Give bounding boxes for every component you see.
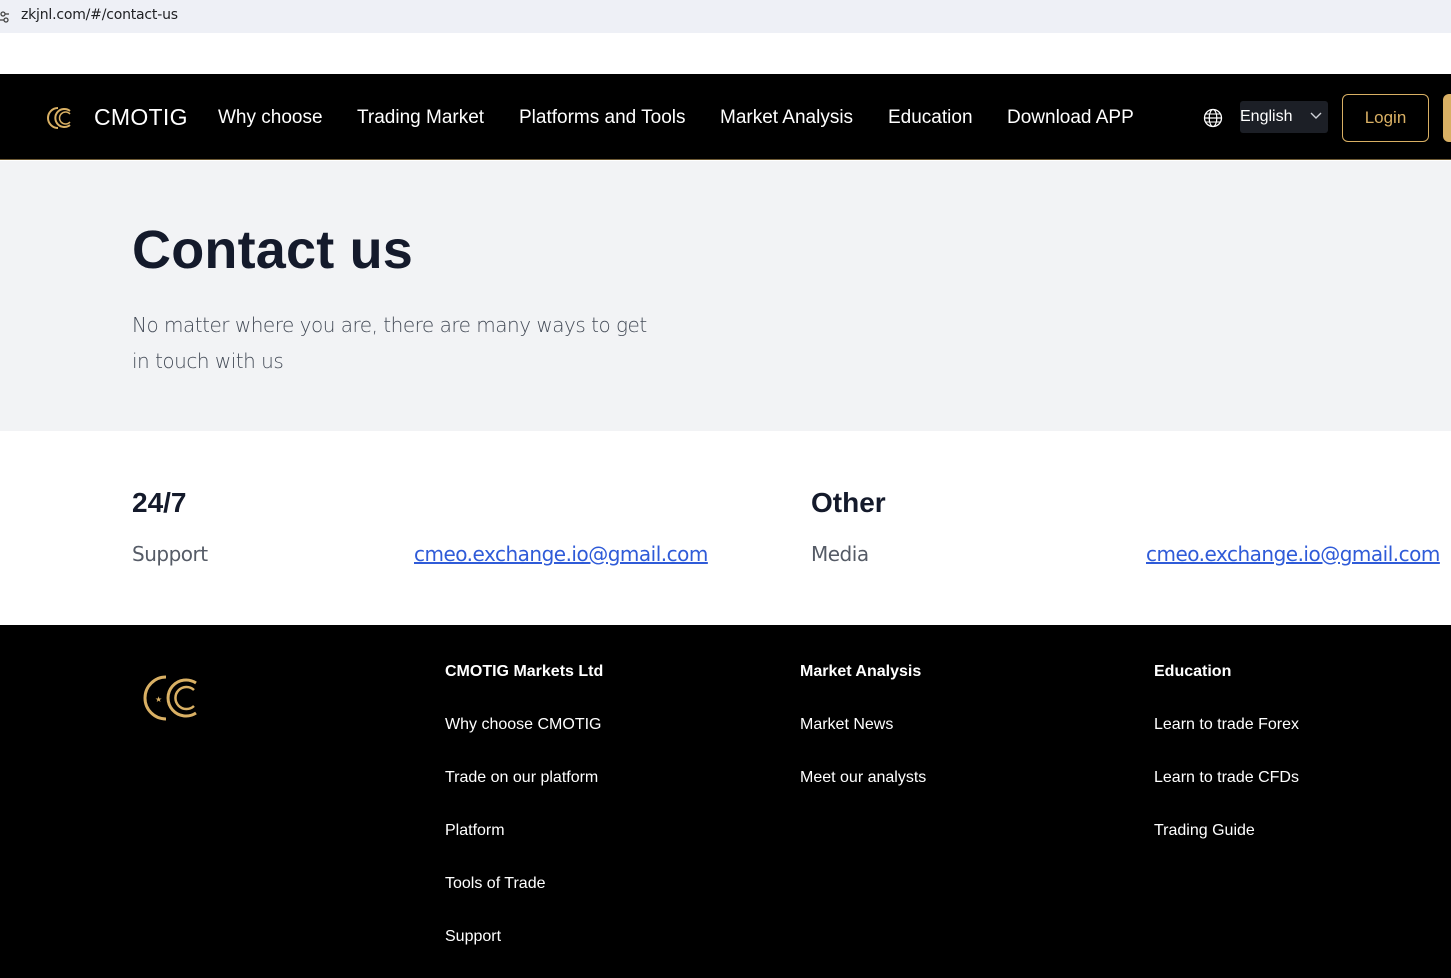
contact-section: 24/7 Support cmeo.exchange.io@gmail.com … bbox=[0, 431, 1451, 625]
nav-item-platforms-and-tools[interactable]: Platforms and Tools bbox=[519, 107, 686, 129]
site-info-icon[interactable] bbox=[0, 10, 9, 24]
footer: ★ CMOTIG Markets Ltd Why choose CMOTIG T… bbox=[0, 625, 1451, 978]
contact-label: Support bbox=[132, 542, 208, 566]
footer-link[interactable]: Tools of Trade bbox=[445, 874, 603, 927]
login-button[interactable]: Login bbox=[1342, 94, 1429, 142]
footer-link[interactable]: Market News bbox=[800, 715, 926, 768]
footer-column-title: Education bbox=[1154, 663, 1232, 680]
brand-name[interactable]: CMOTIG bbox=[94, 104, 188, 131]
nav-item-education[interactable]: Education bbox=[888, 107, 973, 129]
page-title: Contact us bbox=[132, 220, 414, 280]
cmotig-logo-icon[interactable]: ★ bbox=[142, 673, 202, 723]
nav-item-download-app[interactable]: Download APP bbox=[1007, 107, 1134, 129]
register-button[interactable] bbox=[1443, 94, 1451, 142]
hero-section: Contact us No matter where you are, ther… bbox=[0, 161, 1451, 431]
footer-column-company: CMOTIG Markets Ltd Why choose CMOTIG Tra… bbox=[445, 662, 603, 978]
footer-column-education: Education Learn to trade Forex Learn to … bbox=[1154, 662, 1299, 874]
nav-item-trading-market[interactable]: Trading Market bbox=[357, 107, 484, 129]
language-label: English bbox=[1240, 108, 1293, 125]
contact-label: Media bbox=[811, 542, 869, 566]
cmotig-logo-icon[interactable] bbox=[46, 106, 74, 130]
footer-link[interactable]: Why choose CMOTIG bbox=[445, 715, 603, 768]
footer-link[interactable]: Platform bbox=[445, 821, 603, 874]
footer-link[interactable]: Trade on our platform bbox=[445, 768, 603, 821]
contact-group-title: 24/7 bbox=[132, 487, 187, 518]
top-navbar: CMOTIG Why choose Trading Market Platfor… bbox=[0, 74, 1451, 160]
footer-column-title: Market Analysis bbox=[800, 663, 922, 680]
footer-column-market-analysis: Market Analysis Market News Meet our ana… bbox=[800, 662, 926, 821]
footer-link[interactable]: Learn to trade CFDs bbox=[1154, 768, 1299, 821]
page-subtitle: No matter where you are, there are many … bbox=[132, 313, 647, 373]
nav-item-why-choose[interactable]: Why choose bbox=[218, 107, 323, 129]
url-text[interactable]: zkjnl.com/#/contact-us bbox=[21, 7, 178, 23]
svg-text:★: ★ bbox=[155, 695, 162, 704]
globe-icon bbox=[1203, 108, 1223, 128]
footer-link[interactable]: Meet our analysts bbox=[800, 768, 926, 821]
browser-address-bar[interactable]: zkjnl.com/#/contact-us bbox=[0, 0, 1451, 33]
footer-link[interactable]: Learn to trade Forex bbox=[1154, 715, 1299, 768]
contact-email-link[interactable]: cmeo.exchange.io@gmail.com bbox=[414, 542, 708, 566]
footer-link[interactable]: Trading Guide bbox=[1154, 821, 1299, 874]
footer-link[interactable]: Support bbox=[445, 927, 603, 978]
contact-group-title: Other bbox=[811, 487, 886, 518]
contact-email-link[interactable]: cmeo.exchange.io@gmail.com bbox=[1146, 542, 1440, 566]
language-select[interactable]: English bbox=[1240, 101, 1328, 133]
nav-item-market-analysis[interactable]: Market Analysis bbox=[720, 107, 853, 129]
footer-column-title: CMOTIG Markets Ltd bbox=[445, 663, 604, 680]
chevron-down-icon bbox=[1310, 112, 1322, 119]
